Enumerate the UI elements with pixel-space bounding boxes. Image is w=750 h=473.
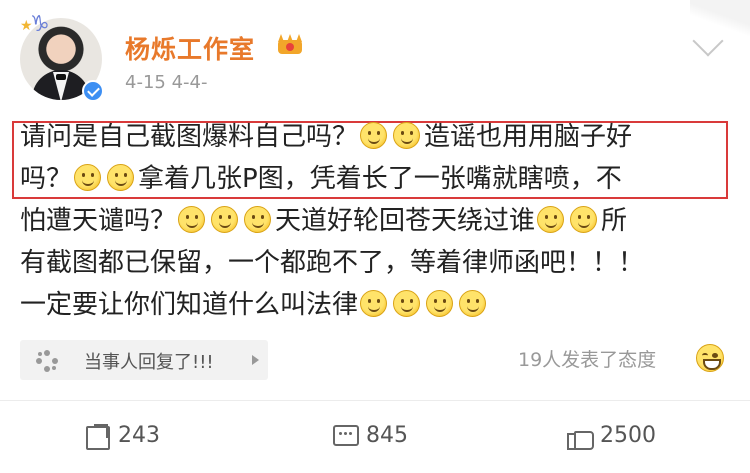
crown-icon[interactable] [278, 34, 302, 56]
grin-emoji-icon[interactable] [696, 344, 724, 372]
topic-bar[interactable]: 当事人回复了!!! [20, 340, 268, 380]
topic-dot [44, 366, 50, 372]
post-text-segment: 请问是自己截图爆料自己吗？ [20, 122, 359, 152]
post-text-segment: 拿着几张P图，凭着长了一张嘴就瞎喷，不 [138, 164, 622, 194]
share-icon [84, 422, 110, 450]
post-text-segment: 天道好轮回苍天绕过谁 [275, 206, 536, 236]
topic-icon [36, 350, 58, 372]
topic-dot [38, 352, 42, 356]
avatar[interactable]: ★ ♑ [20, 12, 104, 102]
topic-dot [52, 358, 58, 364]
topic-dot [44, 350, 50, 356]
topic-label: 当事人回复了!!! [84, 352, 214, 373]
post-text-segment: 吗？ [20, 164, 73, 194]
smile-emoji-icon [178, 206, 206, 233]
smile-emoji-icon [570, 206, 598, 233]
post-text: 请问是自己截图爆料自己吗？ 造谣也用用脑子好吗？ 拿着几张P图，凭着长了一张嘴就瞎喷… [20, 116, 730, 326]
weibo-post-card: ★ ♑ 杨烁工作室 4-15 4-4- 请问是自己截图爆料自己吗？ 造谣也用用脑子好… [0, 0, 750, 473]
chevron-right-icon [252, 355, 259, 365]
post-line: 怕遭天谴吗？ 天道好轮回苍天绕过谁 所 [20, 200, 730, 242]
smile-emoji-icon [360, 122, 388, 149]
verified-icon [82, 80, 104, 102]
post-line: 请问是自己截图爆料自己吗？ 造谣也用用脑子好 [20, 116, 730, 158]
post-text-segment: 有截图都已保留，一个都跑不了，等着律师函吧！！！ [20, 248, 645, 278]
post-line: 有截图都已保留，一个都跑不了，等着律师函吧！！！ [20, 242, 730, 284]
smile-emoji-icon [244, 206, 272, 233]
smile-emoji-icon [74, 164, 102, 191]
smile-emoji-icon [426, 290, 454, 317]
timestamp-extra: 4-4- [171, 72, 208, 93]
topic-dot [36, 358, 42, 364]
post-line: 吗？ 拿着几张P图，凭着长了一张嘴就瞎喷，不 [20, 158, 730, 200]
post-timestamp: 4-15 4-4- [125, 72, 208, 93]
smile-emoji-icon [459, 290, 487, 317]
author-name[interactable]: 杨烁工作室 [125, 30, 255, 66]
smile-emoji-icon [360, 290, 388, 317]
divider [0, 400, 750, 401]
share-button[interactable]: 243 [84, 420, 160, 450]
post-text-segment: 所 [601, 206, 628, 236]
like-button[interactable]: 2500 [566, 420, 656, 450]
comment-icon [332, 422, 359, 448]
post-text-segment: 一定要让你们知道什么叫法律 [20, 290, 359, 320]
smile-emoji-icon [107, 164, 135, 191]
like-count: 2500 [600, 422, 656, 448]
avatar-tie [56, 74, 66, 80]
zodiac-sticker-icon: ★ ♑ [20, 12, 50, 37]
share-count: 243 [118, 422, 160, 448]
post-text-segment: 怕遭天谴吗？ [20, 206, 177, 236]
comment-button[interactable]: 845 [332, 420, 408, 450]
smile-emoji-icon [537, 206, 565, 233]
thumbs-up-icon [566, 422, 594, 450]
post-text-segment: 造谣也用用脑子好 [424, 122, 633, 152]
attitude-count[interactable]: 19人发表了态度 [518, 345, 656, 372]
timestamp-date: 4-15 [125, 72, 166, 93]
smile-emoji-icon [393, 122, 421, 149]
topic-dot [52, 366, 56, 370]
smile-emoji-icon [393, 290, 421, 317]
smile-emoji-icon [211, 206, 239, 233]
crown-gem [286, 43, 294, 51]
comment-count: 845 [366, 422, 408, 448]
post-line: 一定要让你们知道什么叫法律 [20, 284, 730, 326]
